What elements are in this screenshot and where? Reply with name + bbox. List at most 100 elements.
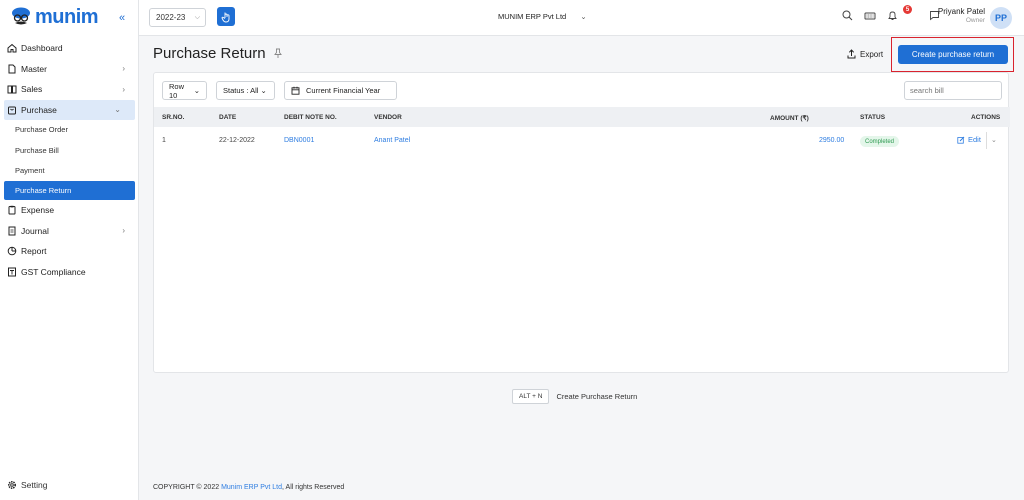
home-icon: [7, 43, 17, 53]
table-header: SR.NO. DATE DEBIT NOTE NO. VENDOR AMOUNT…: [154, 107, 1010, 127]
cell-debit-note-link[interactable]: DBN0001: [284, 137, 314, 144]
edit-label: Edit: [968, 135, 981, 144]
column-header-actions: ACTIONS: [971, 114, 1001, 121]
search-icon[interactable]: [842, 10, 853, 21]
keyboard-icon[interactable]: [864, 10, 876, 21]
edit-icon: [957, 136, 965, 144]
purchase-return-table-card: Row 10 ⌄ Status : All ⌄ Current Financia…: [153, 72, 1010, 373]
sidebar-item-dashboard[interactable]: Dashboard: [0, 38, 139, 59]
cell-sr-no: 1: [162, 137, 166, 144]
chevron-down-icon: ⌄: [580, 12, 587, 21]
chevron-down-icon: ⌄: [114, 105, 121, 114]
chevron-down-icon: ⌵: [194, 13, 200, 21]
sidebar-item-report[interactable]: Report: [0, 241, 139, 262]
hand-pointer-icon: [221, 11, 231, 23]
sidebar-subitem-payment[interactable]: Payment: [0, 161, 139, 182]
avatar[interactable]: PP: [990, 7, 1012, 29]
user-name: Priyank Patel: [937, 7, 985, 16]
upload-icon: [847, 49, 856, 59]
journal-icon: [7, 226, 17, 236]
financial-year-value: 2022-23: [156, 13, 186, 22]
sidebar-nav: Dashboard Master › Sales › Purchase ⌄ Pu…: [0, 38, 139, 282]
setting-label: Setting: [21, 480, 48, 490]
create-purchase-return-button[interactable]: Create purchase return: [898, 45, 1008, 64]
cell-vendor-link[interactable]: Anant Patel: [374, 137, 410, 144]
book-icon: [7, 84, 17, 94]
page-title-wrap: Purchase Return: [153, 45, 282, 62]
chevron-right-icon: ›: [122, 64, 125, 74]
create-button-highlight: Create purchase return: [891, 37, 1014, 72]
rows-per-page-value: Row 10: [169, 81, 185, 100]
chevron-right-icon: ›: [122, 84, 125, 94]
sidebar-item-expense[interactable]: Expense: [0, 200, 139, 221]
more-actions-chevron-icon[interactable]: ⌄: [991, 136, 997, 144]
gear-icon: [7, 480, 17, 490]
export-label: Export: [860, 49, 884, 59]
status-filter-select[interactable]: Status : All ⌄: [216, 81, 275, 100]
sidebar-subitem-purchase-bill[interactable]: Purchase Bill: [0, 140, 139, 161]
sidebar-subitem-purchase-return[interactable]: Purchase Return: [4, 181, 135, 200]
sidebar-item-label: GST Compliance: [21, 266, 86, 277]
shortcut-hint: ALT + N Create Purchase Return: [512, 389, 637, 404]
status-badge: Completed: [860, 136, 900, 147]
collapse-sidebar-icon[interactable]: «: [119, 12, 125, 24]
logo-text: munim: [35, 5, 99, 28]
pie-chart-icon: [7, 246, 17, 256]
chevron-down-icon: ⌄: [193, 86, 200, 95]
edit-button[interactable]: Edit: [957, 135, 981, 144]
search-input[interactable]: [904, 81, 1002, 100]
sidebar-item-purchase[interactable]: Purchase ⌄: [4, 99, 135, 120]
sidebar-item-gst-compliance[interactable]: GST Compliance: [0, 262, 139, 283]
status-filter-value: Status : All: [223, 86, 259, 95]
sidebar-item-label: Journal: [21, 225, 49, 236]
clipboard-icon: [7, 205, 17, 215]
chevron-down-icon: ⌄: [260, 86, 267, 95]
financial-year-select[interactable]: 2022-23 ⌵: [149, 8, 206, 27]
column-header-date: DATE: [219, 114, 237, 121]
file-icon: [7, 64, 17, 74]
user-role: Owner: [965, 17, 985, 24]
footer-prefix: COPYRIGHT © 2022: [153, 484, 222, 491]
sidebar-item-sales[interactable]: Sales ›: [0, 79, 139, 100]
shortcut-label: Create Purchase Return: [556, 392, 638, 401]
user-info[interactable]: Priyank Patel Owner: [932, 7, 985, 24]
column-header-vendor: VENDOR: [374, 114, 402, 121]
sidebar-subitem-purchase-order[interactable]: Purchase Order: [0, 120, 139, 141]
calendar-icon: [291, 86, 300, 95]
notification-bell-icon[interactable]: 5: [887, 5, 918, 21]
export-button[interactable]: Export: [847, 49, 883, 59]
topbar: 2022-23 ⌵ MUNIM ERP Pvt Ltd ⌄ 5 Priyank …: [139, 0, 1024, 36]
footer-suffix: , All rights Reserved: [282, 484, 345, 491]
page-title: Purchase Return: [153, 45, 266, 62]
shortcut-key: ALT + N: [512, 389, 550, 404]
column-header-amount: AMOUNT (₹): [770, 115, 809, 122]
pin-icon[interactable]: [273, 48, 282, 59]
footer: COPYRIGHT © 2022 Munim ERP Pvt Ltd, All …: [153, 484, 344, 491]
sidebar-item-label: Sales: [21, 84, 43, 95]
column-header-debit-note: DEBIT NOTE NO.: [284, 114, 337, 121]
sidebar-item-label: Master: [21, 63, 47, 74]
actions-divider: [986, 132, 987, 149]
app-logo[interactable]: munim: [10, 5, 99, 29]
munim-logo-icon: [10, 7, 32, 27]
sidebar-item-label: Expense: [21, 205, 55, 216]
period-filter-value: Current Financial Year: [306, 86, 381, 95]
gst-icon: [7, 267, 17, 277]
rows-per-page-select[interactable]: Row 10 ⌄: [162, 81, 207, 100]
notification-badge: 5: [903, 5, 912, 14]
company-switcher[interactable]: MUNIM ERP Pvt Ltd ⌄: [498, 12, 587, 21]
sidebar-item-label: Dashboard: [21, 43, 63, 54]
footer-company-link[interactable]: Munim ERP Pvt Ltd: [221, 484, 282, 491]
sidebar-item-setting[interactable]: Setting: [7, 480, 47, 490]
sidebar-item-label: Report: [21, 246, 47, 257]
cell-amount[interactable]: 2950.00: [819, 137, 844, 144]
chevron-right-icon: ›: [122, 226, 125, 236]
period-filter-button[interactable]: Current Financial Year: [284, 81, 397, 100]
sidebar-item-label: Purchase: [21, 104, 57, 115]
touch-mode-button[interactable]: [217, 7, 235, 26]
sidebar-item-master[interactable]: Master ›: [0, 59, 139, 80]
sidebar-item-journal[interactable]: Journal ›: [0, 221, 139, 242]
sidebar: munim « Dashboard Master › Sales › Purch…: [0, 0, 139, 500]
column-header-sr-no: SR.NO.: [162, 114, 185, 121]
cart-icon: [7, 105, 17, 115]
